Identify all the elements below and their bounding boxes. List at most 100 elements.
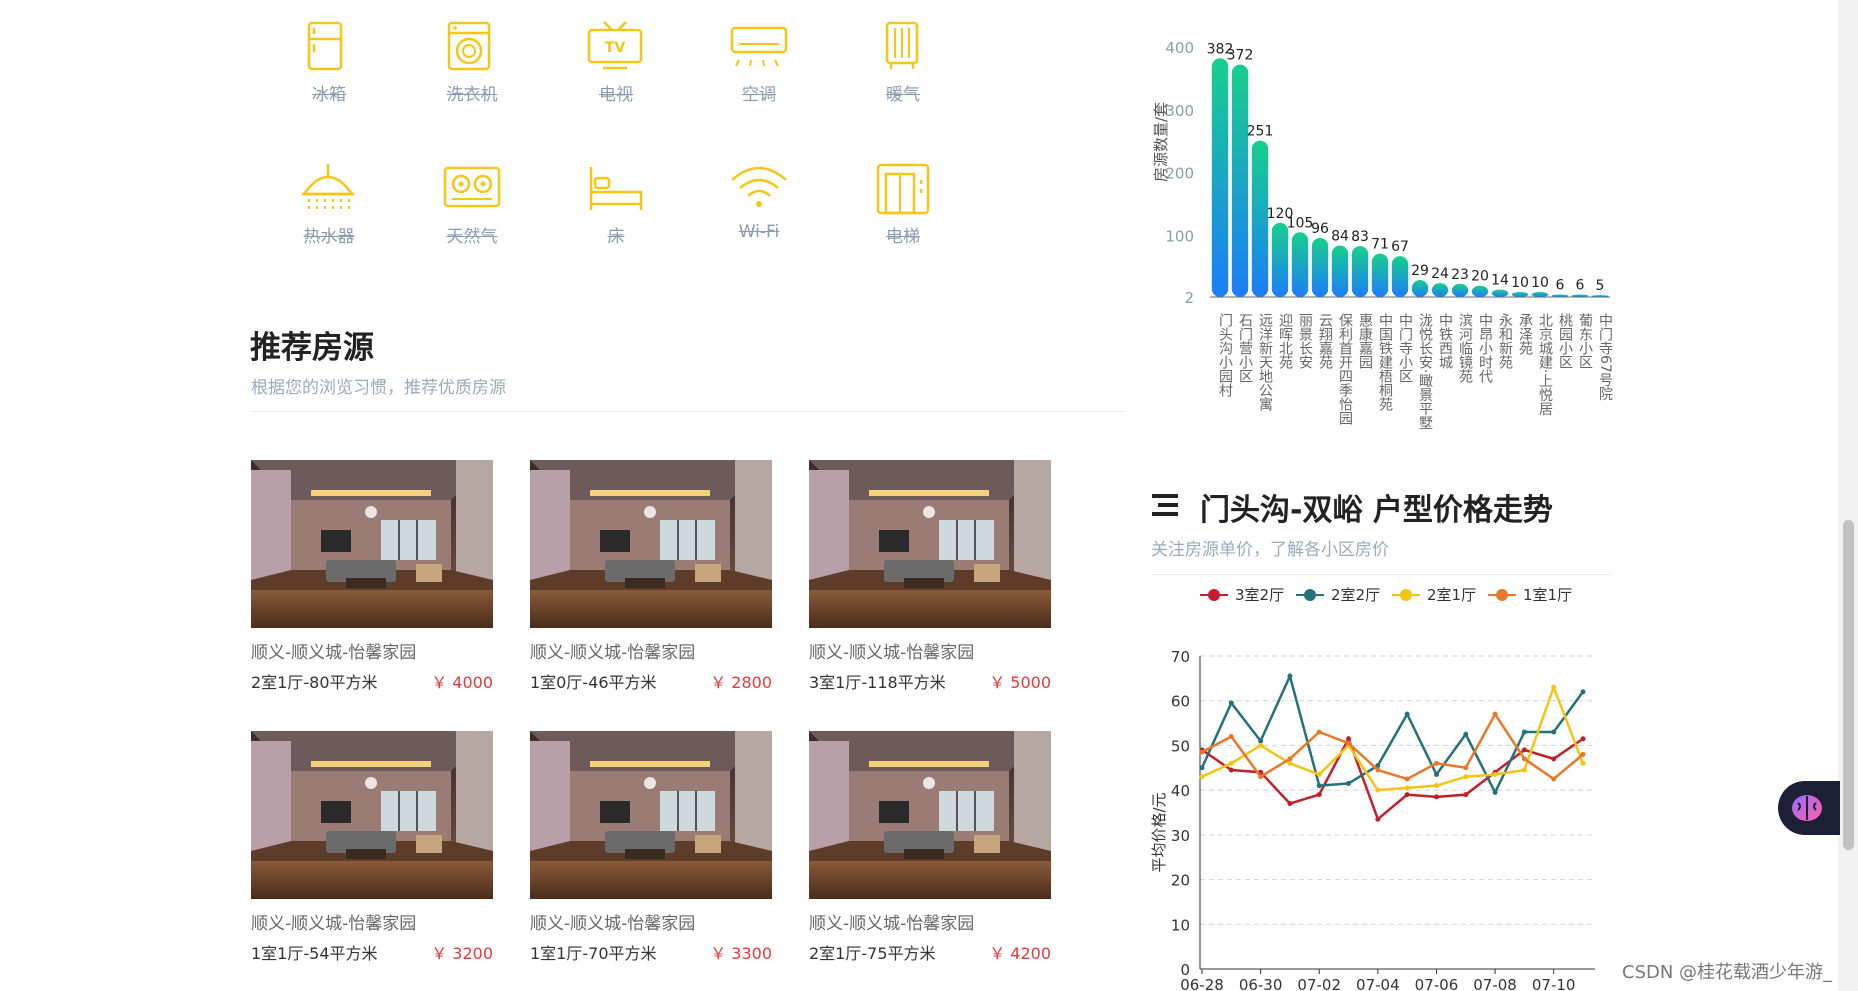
data-point[interactable] (1258, 742, 1264, 748)
bar[interactable] (1431, 283, 1449, 297)
data-point[interactable] (1316, 783, 1322, 789)
bar[interactable] (1211, 58, 1229, 297)
data-point[interactable] (1433, 794, 1439, 800)
data-point[interactable] (1287, 673, 1293, 679)
listing-name[interactable]: 顺义-顺义城-怡馨家园 (530, 909, 772, 934)
data-point[interactable] (1199, 749, 1205, 755)
bar[interactable] (1351, 246, 1369, 297)
bar[interactable] (1271, 222, 1289, 297)
listing-card[interactable]: 顺义-顺义城-怡馨家园 2室1厅-80平方米 ￥ 4000 (251, 460, 493, 693)
data-point[interactable] (1228, 760, 1234, 766)
data-point[interactable] (1404, 792, 1410, 798)
data-point[interactable] (1433, 760, 1439, 766)
listing-photo (809, 460, 1051, 628)
data-point[interactable] (1551, 756, 1557, 762)
scrollbar[interactable] (1838, 0, 1858, 991)
data-point[interactable] (1228, 733, 1234, 739)
bar[interactable] (1551, 294, 1569, 297)
data-point[interactable] (1521, 747, 1527, 753)
data-point[interactable] (1287, 801, 1293, 807)
bar-value-label: 6 (1576, 277, 1585, 293)
data-point[interactable] (1287, 760, 1293, 766)
listing-spec: 1室1厅-70平方米 (530, 944, 657, 963)
data-point[interactable] (1580, 751, 1586, 757)
listing-name[interactable]: 顺义-顺义城-怡馨家园 (251, 638, 493, 663)
listing-card[interactable]: 顺义-顺义城-怡馨家园 2室1厅-75平方米 ￥ 4200 (809, 731, 1051, 964)
air-conditioner-icon (730, 26, 788, 67)
listing-name[interactable]: 顺义-顺义城-怡馨家园 (251, 909, 493, 934)
bar[interactable] (1231, 64, 1249, 297)
data-point[interactable] (1199, 765, 1205, 771)
data-point[interactable] (1521, 767, 1527, 773)
assistant-button[interactable] (1778, 781, 1840, 835)
facility-air-conditioner: 空调 (704, 20, 814, 105)
data-point[interactable] (1580, 736, 1586, 742)
data-point[interactable] (1199, 774, 1205, 780)
legend-item[interactable]: 1室1厅 (1488, 586, 1572, 604)
data-point[interactable] (1521, 756, 1527, 762)
data-point[interactable] (1580, 760, 1586, 766)
listing-card[interactable]: 顺义-顺义城-怡馨家园 1室1厅-70平方米 ￥ 3300 (530, 731, 772, 964)
data-point[interactable] (1492, 711, 1498, 717)
facility-shower: 热水器 (274, 162, 384, 247)
svg-text:3室2厅: 3室2厅 (1235, 586, 1284, 604)
data-point[interactable] (1463, 774, 1469, 780)
data-point[interactable] (1258, 774, 1264, 780)
data-point[interactable] (1463, 731, 1469, 737)
data-point[interactable] (1375, 816, 1381, 822)
listing-spec: 2室1厅-80平方米 (251, 673, 378, 692)
data-point[interactable] (1433, 783, 1439, 789)
data-point[interactable] (1375, 767, 1381, 773)
bar[interactable] (1311, 237, 1329, 297)
scrollbar-thumb[interactable] (1843, 520, 1854, 850)
data-point[interactable] (1521, 729, 1527, 735)
listing-name[interactable]: 顺义-顺义城-怡馨家园 (530, 638, 772, 663)
legend-item[interactable]: 3室2厅 (1200, 586, 1284, 604)
bar[interactable] (1411, 280, 1429, 297)
data-point[interactable] (1316, 792, 1322, 798)
data-point[interactable] (1316, 771, 1322, 777)
x-tick-label: 07-08 (1473, 976, 1517, 991)
data-point[interactable] (1551, 776, 1557, 782)
bar[interactable] (1571, 294, 1589, 297)
listing-photo (251, 460, 493, 628)
bar[interactable] (1591, 295, 1609, 298)
data-point[interactable] (1404, 785, 1410, 791)
listing-card[interactable]: 顺义-顺义城-怡馨家园 1室1厅-54平方米 ￥ 3200 (251, 731, 493, 964)
data-point[interactable] (1463, 765, 1469, 771)
bar[interactable] (1451, 283, 1469, 297)
data-point[interactable] (1258, 738, 1264, 744)
data-point[interactable] (1346, 736, 1352, 742)
legend-item[interactable]: 2室1厅 (1392, 586, 1476, 604)
data-point[interactable] (1375, 787, 1381, 793)
data-point[interactable] (1463, 792, 1469, 798)
listing-card[interactable]: 顺义-顺义城-怡馨家园 1室0厅-46平方米 ￥ 2800 (530, 460, 772, 693)
data-point[interactable] (1228, 767, 1234, 773)
data-point[interactable] (1551, 729, 1557, 735)
data-point[interactable] (1551, 684, 1557, 690)
bar[interactable] (1391, 256, 1409, 297)
data-point[interactable] (1580, 689, 1586, 695)
bar[interactable] (1511, 291, 1529, 297)
listing-name[interactable]: 顺义-顺义城-怡馨家园 (809, 909, 1051, 934)
data-point[interactable] (1404, 776, 1410, 782)
data-point[interactable] (1228, 700, 1234, 706)
bar[interactable] (1371, 253, 1389, 297)
data-point[interactable] (1316, 729, 1322, 735)
legend-item[interactable]: 2室2厅 (1296, 586, 1380, 604)
data-point[interactable] (1433, 771, 1439, 777)
bar[interactable] (1471, 285, 1489, 297)
bar[interactable] (1291, 232, 1309, 297)
data-point[interactable] (1287, 756, 1293, 762)
data-point[interactable] (1404, 711, 1410, 717)
data-point[interactable] (1346, 780, 1352, 786)
data-point[interactable] (1492, 771, 1498, 777)
data-point[interactable] (1346, 740, 1352, 746)
section-divider (251, 411, 1125, 412)
bar[interactable] (1531, 291, 1549, 297)
listing-card[interactable]: 顺义-顺义城-怡馨家园 3室1厅-118平方米 ￥ 5000 (809, 460, 1051, 693)
bar[interactable] (1331, 245, 1349, 297)
data-point[interactable] (1492, 789, 1498, 795)
listing-name[interactable]: 顺义-顺义城-怡馨家园 (809, 638, 1051, 663)
bar[interactable] (1491, 289, 1509, 297)
